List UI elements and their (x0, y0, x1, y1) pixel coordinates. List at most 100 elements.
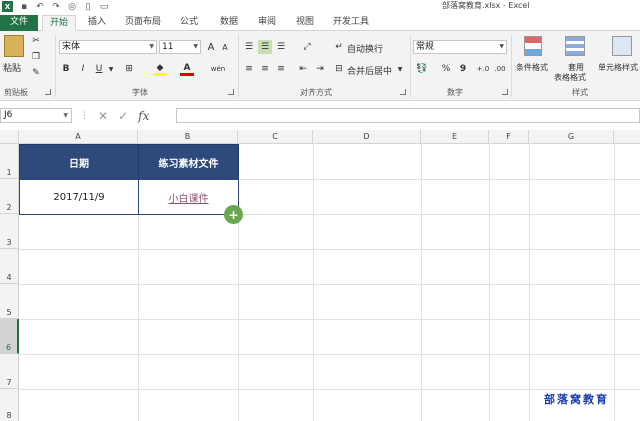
align-center-icon[interactable]: ≡ (258, 62, 272, 76)
enter-icon[interactable]: ✓ (118, 109, 128, 123)
align-bottom-icon[interactable]: ☰ (274, 40, 288, 54)
ribbon: 粘贴 ✂ ❐ ✎ 剪贴板 宋体 ▼ 11 ▼ A A B I U ▼ ⊞ ◆ A… (0, 31, 640, 101)
more-icon[interactable]: ⋮ (80, 111, 89, 121)
increase-decimal-button[interactable]: +.0 (476, 62, 490, 76)
gridline (614, 144, 615, 421)
name-box-value: J6 (4, 110, 13, 120)
ribbon-tabs: 文件 开始 插入 页面布局 公式 数据 审阅 视图 开发工具 (0, 13, 640, 31)
window-title: 部落窝教育.xlsx - Excel (442, 1, 530, 10)
row-header-8[interactable]: 8 (0, 389, 19, 421)
font-launcher-icon[interactable] (228, 89, 234, 95)
row-header-7[interactable]: 7 (0, 354, 19, 389)
save-icon[interactable]: ▪ (19, 2, 29, 12)
tab-home[interactable]: 开始 (42, 15, 76, 31)
tab-formulas[interactable]: 公式 (174, 15, 204, 31)
decrease-indent-icon[interactable]: ⇤ (296, 62, 310, 76)
new-file-icon[interactable]: ▯ (83, 2, 93, 12)
row-header-3[interactable]: 3 (0, 214, 19, 249)
tab-data[interactable]: 数据 (214, 15, 244, 31)
merge-center-button[interactable]: 合并后居中 (347, 64, 392, 77)
cell-b1[interactable]: 练习素材文件 (138, 144, 239, 180)
wrap-text-icon[interactable]: ↵ (333, 40, 345, 54)
column-header-h[interactable] (614, 130, 640, 144)
row-header-1[interactable]: 1 (0, 144, 19, 179)
column-header-e[interactable]: E (421, 130, 489, 144)
row-header-4[interactable]: 4 (0, 249, 19, 284)
align-middle-icon[interactable]: ☰ (258, 40, 272, 54)
tab-insert[interactable]: 插入 (82, 15, 112, 31)
tab-file[interactable]: 文件 (0, 15, 38, 31)
gridline (19, 319, 640, 320)
wrap-text-button[interactable]: 自动换行 (347, 42, 383, 55)
tab-page-layout[interactable]: 页面布局 (120, 15, 166, 31)
shrink-font-button[interactable]: A (219, 40, 231, 54)
font-color-button[interactable]: A (180, 62, 194, 76)
tab-view[interactable]: 视图 (290, 15, 320, 31)
column-header-b[interactable]: B (138, 130, 238, 144)
column-header-c[interactable]: C (238, 130, 313, 144)
cell-a1[interactable]: 日期 (19, 144, 139, 180)
print-preview-icon[interactable]: ◎ (67, 2, 77, 12)
column-header-g[interactable]: G (529, 130, 614, 144)
italic-button[interactable]: I (77, 62, 89, 76)
chevron-down-icon[interactable]: ▼ (396, 62, 404, 76)
formula-input[interactable] (176, 108, 640, 123)
column-header-f[interactable]: F (489, 130, 529, 144)
tab-review[interactable]: 审阅 (252, 15, 282, 31)
format-as-table-icon[interactable] (565, 36, 585, 56)
accounting-format-icon[interactable]: 💱 (414, 62, 430, 76)
chevron-down-icon[interactable]: ▼ (107, 62, 115, 76)
insert-function-button[interactable]: fx (138, 109, 149, 123)
bold-button[interactable]: B (60, 62, 72, 76)
worksheet-grid[interactable]: A B C D E F G 1 2 3 4 5 6 7 8 日期 练习素材文件 … (0, 130, 640, 421)
orientation-icon[interactable]: ⤢ (298, 40, 316, 54)
format-painter-icon[interactable]: ✎ (30, 66, 42, 80)
number-format-select[interactable]: 常规 ▼ (413, 40, 507, 54)
cell-a2[interactable]: 2017/11/9 (19, 179, 139, 215)
chevron-down-icon: ▼ (193, 43, 198, 50)
clipboard-launcher-icon[interactable] (45, 89, 51, 95)
cell-styles-icon[interactable] (612, 36, 632, 56)
paste-icon[interactable] (4, 35, 24, 57)
column-header-d[interactable]: D (313, 130, 421, 144)
cancel-icon[interactable]: ✕ (98, 109, 108, 123)
align-left-icon[interactable]: ≡ (242, 62, 256, 76)
row-header-5[interactable]: 5 (0, 284, 19, 319)
grow-font-button[interactable]: A (205, 40, 217, 54)
align-top-icon[interactable]: ☰ (242, 40, 256, 54)
conditional-format-icon[interactable] (524, 36, 542, 56)
font-name-select[interactable]: 宋体 ▼ (59, 40, 157, 54)
redo-icon[interactable]: ↷ (51, 2, 61, 12)
copy-icon[interactable]: ❐ (30, 50, 42, 64)
column-header-a[interactable]: A (19, 130, 138, 144)
gridline (19, 284, 640, 285)
conditional-format-button[interactable]: 条件格式 (516, 62, 548, 73)
select-all-corner[interactable] (0, 130, 19, 144)
excel-logo-icon: X (2, 1, 13, 12)
underline-button[interactable]: U (93, 62, 105, 76)
open-folder-icon[interactable]: ▭ (99, 2, 109, 12)
borders-icon[interactable]: ⊞ (122, 62, 136, 76)
align-right-icon[interactable]: ≡ (274, 62, 288, 76)
merge-center-icon[interactable]: ⊟ (333, 62, 345, 76)
cell-styles-button[interactable]: 单元格样式 (598, 62, 638, 73)
phonetic-button[interactable]: wén (210, 62, 226, 76)
alignment-launcher-icon[interactable] (400, 89, 406, 95)
group-divider (511, 35, 512, 97)
tab-developer[interactable]: 开发工具 (328, 15, 374, 31)
cut-icon[interactable]: ✂ (30, 34, 42, 48)
percent-button[interactable]: % (441, 62, 451, 76)
font-size-select[interactable]: 11 ▼ (159, 40, 201, 54)
comma-button[interactable]: 9 (458, 62, 468, 76)
number-launcher-icon[interactable] (502, 89, 508, 95)
row-header-2[interactable]: 2 (0, 179, 19, 214)
increase-indent-icon[interactable]: ⇥ (313, 62, 327, 76)
fill-color-icon[interactable]: ◆ (153, 62, 167, 76)
format-as-table-button[interactable]: 表格格式 (554, 72, 586, 83)
hyperlink[interactable]: 小白课件 (169, 190, 209, 205)
undo-icon[interactable]: ↶ (35, 2, 45, 12)
name-box[interactable]: J6 ▼ (0, 108, 72, 123)
decrease-decimal-button[interactable]: .00 (492, 62, 508, 76)
row-header-6[interactable]: 6 (0, 319, 19, 354)
paste-button[interactable]: 粘贴 (3, 61, 21, 74)
